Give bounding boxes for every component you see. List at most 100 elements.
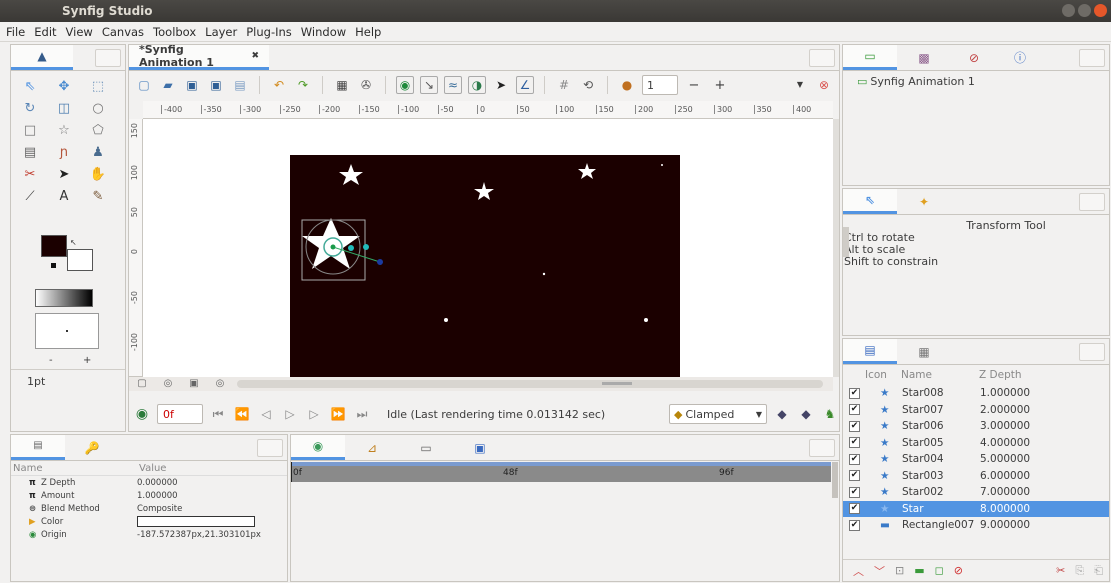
param-row[interactable]: ▶ Color xyxy=(11,515,287,528)
gradient-swatch[interactable] xyxy=(35,289,93,307)
tab-navigator[interactable]: ⊘ xyxy=(951,45,997,70)
fill-tool-icon[interactable]: ✋ xyxy=(81,163,115,185)
menu-help[interactable]: Help xyxy=(355,25,381,39)
current-time-field[interactable]: 0f xyxy=(157,404,203,424)
duplicate-layer-icon[interactable]: ◻ xyxy=(935,564,944,577)
zoom-out-icon[interactable]: ▢ xyxy=(133,375,151,393)
layer-row[interactable]: ✔ ★ Star003 6.000000 xyxy=(843,468,1109,485)
prev-keyframe-icon[interactable]: ⏪ xyxy=(233,405,251,423)
new-layer-icon[interactable]: ▬ xyxy=(914,564,924,577)
show-handles-icon[interactable]: ◉ xyxy=(396,76,414,94)
radius-handles-icon[interactable]: ◑ xyxy=(468,76,486,94)
angle-handle[interactable] xyxy=(377,259,383,265)
close-button[interactable] xyxy=(1094,4,1107,17)
scale-tool-icon[interactable]: ⬚ xyxy=(81,75,115,97)
param-row[interactable]: π Z Depth 0.000000 xyxy=(11,476,287,489)
param-value[interactable]: 0.000000 xyxy=(137,478,178,488)
scroll-thumb[interactable] xyxy=(602,382,632,385)
layer-visibility-checkbox[interactable]: ✔ xyxy=(849,519,860,531)
save-icon[interactable]: ▣ xyxy=(183,76,201,94)
tab-library[interactable]: ▩ xyxy=(897,45,951,70)
vertical-scrollbar[interactable] xyxy=(843,227,849,257)
eyedrop-tool-icon[interactable]: ⟋ xyxy=(13,185,47,207)
menu-window[interactable]: Window xyxy=(301,25,346,39)
frame-increase-button[interactable]: + xyxy=(710,78,730,93)
param-value[interactable]: Composite xyxy=(137,504,182,514)
tab-keyframes[interactable]: 🔑 xyxy=(65,435,119,460)
fill-color-swatch[interactable] xyxy=(67,249,93,271)
menu-view[interactable]: View xyxy=(66,25,93,39)
undo-icon[interactable]: ↶ xyxy=(270,76,288,94)
canvas-workarea[interactable] xyxy=(143,119,833,377)
tab-toolbox[interactable]: ▲ xyxy=(11,45,73,70)
dock-handle[interactable] xyxy=(809,438,835,457)
save-all-icon[interactable]: ▤ xyxy=(231,76,249,94)
layer-row[interactable]: ✔ ★ Star005 4.000000 xyxy=(843,435,1109,452)
copy-icon[interactable]: ⎘ xyxy=(1075,564,1084,578)
circle-tool-icon[interactable]: ○ xyxy=(81,97,115,119)
open-file-icon[interactable]: ▰ xyxy=(159,76,177,94)
grid-icon[interactable]: # xyxy=(555,76,573,94)
dock-handle[interactable] xyxy=(257,438,283,457)
canvas-tab[interactable]: *Synfig Animation 1 ✖ xyxy=(129,43,269,70)
dock-handle[interactable] xyxy=(1079,192,1105,211)
toolbar-overflow-icon[interactable]: ▼ xyxy=(791,76,809,94)
onion-skin-icon[interactable]: ● xyxy=(618,76,636,94)
dock-handle[interactable] xyxy=(95,48,121,67)
save-as-icon[interactable]: ▣ xyxy=(207,76,225,94)
brush-size-increase[interactable]: + xyxy=(83,355,91,366)
dock-handle[interactable] xyxy=(1079,48,1105,67)
param-value[interactable]: -187.572387px,21.303101px xyxy=(137,530,261,540)
prev-frame-icon[interactable]: ◁ xyxy=(257,405,275,423)
star-tool-icon[interactable]: ☆ xyxy=(47,119,81,141)
frame-decrease-button[interactable]: − xyxy=(684,78,704,93)
tab-curves[interactable]: ⊿ xyxy=(345,435,399,460)
zoom-in-icon[interactable]: ◎ xyxy=(211,375,229,393)
position-handles-icon[interactable]: ↘ xyxy=(420,76,438,94)
name-column-header[interactable]: Name xyxy=(11,463,139,474)
tab-timetrack[interactable]: ◉ xyxy=(291,435,345,460)
play-icon[interactable]: ▷ xyxy=(281,405,299,423)
tab-params[interactable]: ▤ xyxy=(11,435,65,460)
interpolation-select[interactable]: ◆ Clamped ▼ xyxy=(669,404,767,424)
time-cursor[interactable] xyxy=(291,462,292,482)
layer-row[interactable]: ✔ ★ Star004 5.000000 xyxy=(843,451,1109,468)
next-frame-icon[interactable]: ▷ xyxy=(305,405,323,423)
menu-layer[interactable]: Layer xyxy=(205,25,237,39)
param-row[interactable]: ⊜ Blend Method Composite xyxy=(11,502,287,515)
vertical-scrollbar[interactable] xyxy=(833,119,839,377)
mirror-tool-icon[interactable]: ◫ xyxy=(47,97,81,119)
encapsulate-icon[interactable]: ⊡ xyxy=(895,564,904,577)
origin-handle[interactable] xyxy=(330,244,336,250)
polygon-tool-icon[interactable]: ⬠ xyxy=(81,119,115,141)
layer-row[interactable]: ✔ ★ Star002 7.000000 xyxy=(843,484,1109,501)
text-tool-icon[interactable]: A xyxy=(47,185,81,207)
delete-layer-icon[interactable]: ⊘ xyxy=(954,564,963,577)
brush-size-decrease[interactable]: - xyxy=(49,355,53,366)
snap-icon[interactable]: ⟲ xyxy=(579,76,597,94)
layer-row[interactable]: ✔ ★ Star008 1.000000 xyxy=(843,385,1109,402)
render-icon[interactable]: ▦ xyxy=(333,76,351,94)
seek-end-icon[interactable]: ⏭ xyxy=(353,405,371,423)
menu-edit[interactable]: Edit xyxy=(34,25,56,39)
zoom-fit-icon[interactable]: ▣ xyxy=(185,375,203,393)
minimize-button[interactable] xyxy=(1062,4,1075,17)
cutout-tool-icon[interactable]: ✂ xyxy=(13,163,47,185)
close-tab-icon[interactable]: ✖ xyxy=(251,51,259,61)
layer-visibility-checkbox[interactable]: ✔ xyxy=(849,404,860,416)
param-row[interactable]: π Amount 1.000000 xyxy=(11,489,287,502)
draw-tool-icon[interactable]: ♟ xyxy=(81,141,115,163)
transform-tool-icon[interactable]: ⇖ xyxy=(13,75,47,97)
tab-layers[interactable]: ▤ xyxy=(843,339,897,364)
gradient-tool-icon[interactable]: ▤ xyxy=(13,141,47,163)
frame-input[interactable]: 1 xyxy=(642,75,678,95)
zoom-reset-icon[interactable]: ◎ xyxy=(159,375,177,393)
swap-colors-icon[interactable]: ↖ xyxy=(70,238,77,247)
tab-info[interactable]: ⓘ xyxy=(997,45,1043,70)
new-file-icon[interactable]: ▢ xyxy=(135,76,153,94)
width-handles-icon[interactable]: ➤ xyxy=(492,76,510,94)
keyframe-lock-past-icon[interactable]: ◆ xyxy=(773,405,791,423)
cut-icon[interactable]: ✂ xyxy=(1056,564,1065,577)
tab-canvas-browser[interactable]: ▭ xyxy=(843,45,897,70)
name-column-header[interactable]: Name xyxy=(901,369,979,381)
